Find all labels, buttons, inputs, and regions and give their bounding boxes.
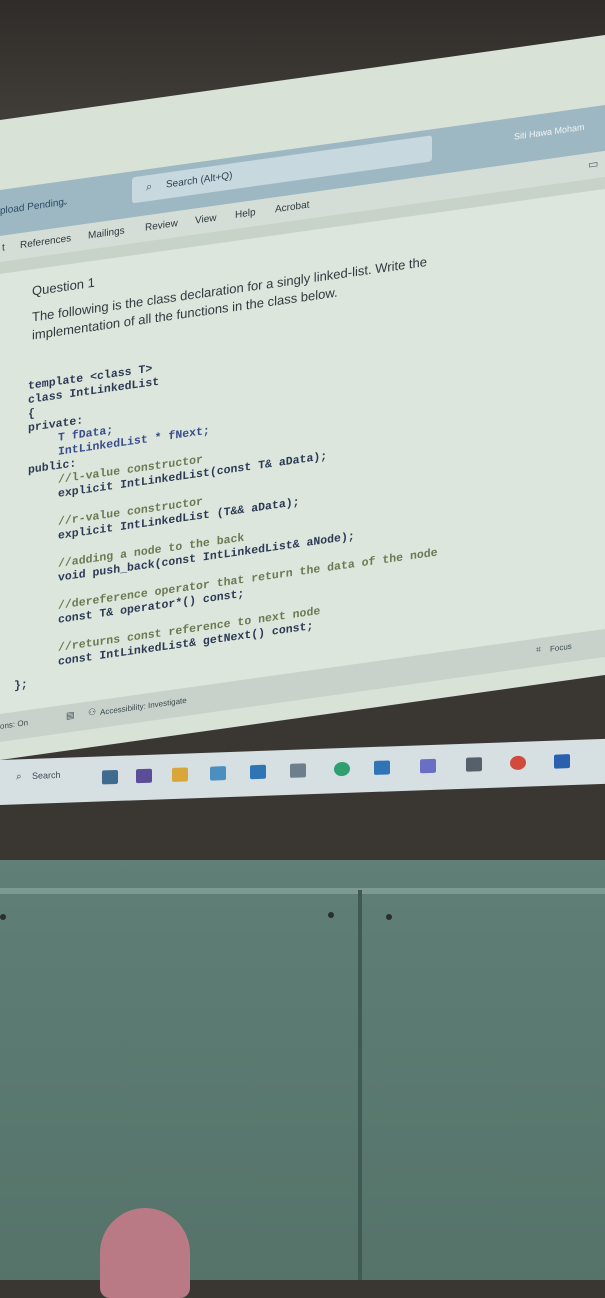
accessibility-status[interactable]: Accessibility: Investigate bbox=[100, 696, 187, 717]
taskbar-search-icon[interactable]: ⌕ bbox=[16, 771, 22, 782]
tab-review[interactable]: Review bbox=[145, 218, 178, 234]
outlook-icon[interactable] bbox=[374, 760, 390, 775]
code-open-brace: { bbox=[28, 407, 35, 422]
taskbar-search-label[interactable]: Search bbox=[32, 770, 61, 781]
teams-icon[interactable] bbox=[420, 758, 436, 774]
whiteboard bbox=[0, 860, 605, 1280]
upload-status[interactable]: pload Pending bbox=[0, 197, 64, 217]
store-icon[interactable] bbox=[210, 766, 226, 781]
edge-icon[interactable] bbox=[334, 761, 350, 777]
focus-label[interactable]: Focus bbox=[550, 642, 572, 654]
whiteboard-screw bbox=[386, 914, 392, 920]
code-close: }; bbox=[14, 678, 28, 694]
mail-icon[interactable] bbox=[250, 764, 266, 780]
user-name[interactable]: Siti Hawa Moham bbox=[514, 122, 585, 142]
question-heading: Question 1 bbox=[32, 274, 95, 299]
search-icon: ⌕ bbox=[146, 180, 153, 194]
accessibility-icon[interactable]: ⚇ bbox=[88, 706, 96, 718]
word-icon[interactable] bbox=[554, 754, 570, 769]
status-left[interactable]: ons: On bbox=[0, 718, 28, 731]
whiteboard-frame bbox=[0, 888, 605, 894]
whiteboard-screw bbox=[0, 914, 6, 920]
task-view-icon[interactable] bbox=[102, 769, 118, 785]
whiteboard-seam bbox=[358, 890, 362, 1280]
whiteboard-screw bbox=[328, 912, 334, 918]
chevron-down-icon[interactable]: ⌄ bbox=[62, 197, 69, 207]
calendar-icon[interactable] bbox=[290, 763, 306, 778]
file-explorer-icon[interactable] bbox=[172, 767, 188, 782]
projected-word-window: pload Pending ⌄ ⌕ Search (Alt+Q) Siti Ha… bbox=[0, 30, 605, 760]
focus-icon[interactable]: ⌗ bbox=[536, 644, 541, 656]
chrome-icon[interactable] bbox=[510, 755, 526, 771]
tab-partial[interactable]: t bbox=[2, 242, 5, 253]
tab-references[interactable]: References bbox=[20, 233, 71, 251]
proofing-icon[interactable]: ▤ bbox=[66, 710, 75, 722]
camera-icon[interactable] bbox=[466, 757, 482, 772]
person-head bbox=[100, 1208, 190, 1298]
tab-help[interactable]: Help bbox=[235, 207, 256, 221]
tab-mailings[interactable]: Mailings bbox=[88, 225, 125, 241]
search-placeholder: Search (Alt+Q) bbox=[166, 170, 233, 191]
tab-acrobat[interactable]: Acrobat bbox=[275, 200, 309, 216]
document-page: Question 1 The following is the class de… bbox=[0, 184, 605, 715]
tab-view[interactable]: View bbox=[195, 213, 217, 227]
taskbar: ⌕ Search bbox=[0, 738, 605, 805]
teams-chat-icon[interactable] bbox=[136, 768, 152, 784]
comments-icon[interactable]: ▭ bbox=[588, 157, 598, 171]
